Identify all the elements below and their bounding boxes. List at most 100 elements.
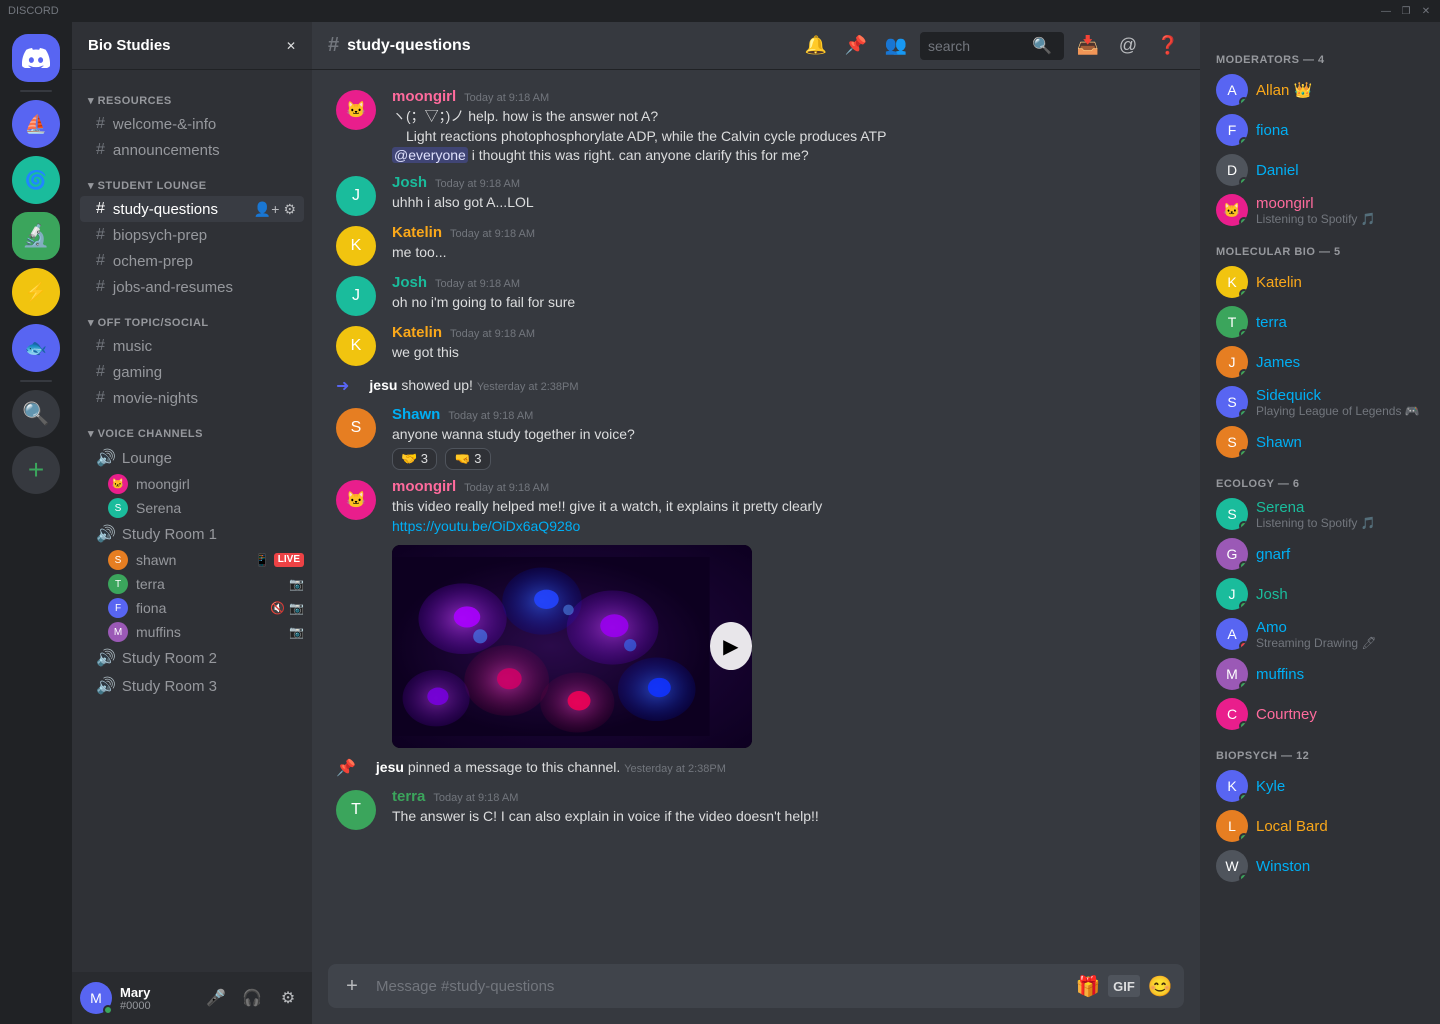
- channel-gaming[interactable]: # gaming: [80, 359, 304, 385]
- settings-button[interactable]: ⚙: [272, 982, 304, 1014]
- message-time: Today at 9:18 AM: [450, 328, 535, 340]
- member-courtney[interactable]: C Courtney: [1208, 694, 1432, 734]
- member-serena[interactable]: S Serena Listening to Spotify 🎵: [1208, 494, 1432, 534]
- channel-ochem[interactable]: # ochem-prep: [80, 248, 304, 274]
- member-fiona[interactable]: F fiona: [1208, 110, 1432, 150]
- voice-lounge[interactable]: 🔊 Lounge: [80, 444, 304, 472]
- voice-study-room-2[interactable]: 🔊 Study Room 2: [80, 644, 304, 672]
- channel-jobs[interactable]: # jobs-and-resumes: [80, 274, 304, 300]
- server-icon-search[interactable]: 🔍: [12, 390, 60, 438]
- member-name: terra: [1256, 314, 1424, 331]
- search-box[interactable]: 🔍: [920, 32, 1064, 60]
- server-icon-4[interactable]: ⚡: [12, 268, 60, 316]
- category-resources[interactable]: ▾ RESOURCES: [72, 78, 312, 111]
- member-name: Allan 👑: [1256, 81, 1424, 99]
- add-server-button[interactable]: +: [12, 446, 60, 494]
- restore-button[interactable]: ❐: [1400, 5, 1412, 17]
- channel-music[interactable]: # music: [80, 333, 304, 359]
- inbox-button[interactable]: 📥: [1072, 30, 1104, 62]
- gif-button[interactable]: GIF: [1108, 975, 1140, 997]
- member-daniel[interactable]: D Daniel: [1208, 150, 1432, 190]
- member-katelin[interactable]: K Katelin: [1208, 262, 1432, 302]
- server-icon-2[interactable]: 🌀: [12, 156, 60, 204]
- reaction-button[interactable]: 🤝 3: [392, 448, 437, 470]
- member-name: Daniel: [1256, 162, 1424, 179]
- message-content: Josh Today at 9:18 AM oh no i'm going to…: [392, 274, 1176, 316]
- user-info: Mary #0000: [120, 985, 192, 1012]
- member-josh[interactable]: J Josh: [1208, 574, 1432, 614]
- voice-member-muffins[interactable]: M muffins 📷: [72, 620, 312, 644]
- channel-welcome[interactable]: # welcome-&-info: [80, 111, 304, 137]
- app-title: DISCORD: [8, 5, 59, 17]
- channel-biopsych[interactable]: # biopsych-prep: [80, 222, 304, 248]
- voice-study-room-3[interactable]: 🔊 Study Room 3: [80, 672, 304, 700]
- member-allan[interactable]: A Allan 👑: [1208, 70, 1432, 110]
- message-author: Josh: [392, 274, 427, 291]
- message-text-input[interactable]: [376, 970, 1064, 1003]
- bell-button[interactable]: 🔔: [800, 30, 832, 62]
- user-tag: #0000: [120, 1000, 192, 1012]
- video-embed[interactable]: ▶: [392, 545, 752, 748]
- member-name: Serena: [136, 500, 304, 516]
- member-amo[interactable]: A Amo Streaming Drawing 🖊: [1208, 614, 1432, 654]
- server-icon-discord[interactable]: [12, 34, 60, 82]
- message-header: moongirl Today at 9:18 AM: [392, 478, 1176, 495]
- server-header[interactable]: Bio Studies ✕: [72, 22, 312, 70]
- voice-member-fiona[interactable]: F fiona 🔇 📷: [72, 596, 312, 620]
- mic-button[interactable]: 🎤: [200, 982, 232, 1014]
- channel-study-questions[interactable]: # study-questions 👤+ ⚙: [80, 196, 304, 222]
- member-shawn[interactable]: S Shawn: [1208, 422, 1432, 462]
- member-name: moongirl: [136, 476, 304, 492]
- gift-button[interactable]: 🎁: [1072, 970, 1104, 1002]
- add-attachment-button[interactable]: +: [336, 970, 368, 1002]
- reaction-button[interactable]: 🤜 3: [445, 448, 490, 470]
- video-link[interactable]: https://youtu.be/OiDx6aQ928o: [392, 518, 580, 534]
- pin-button[interactable]: 📌: [840, 30, 872, 62]
- message-author: moongirl: [392, 88, 456, 105]
- member-avatar: T: [108, 574, 128, 594]
- help-button[interactable]: ❓: [1152, 30, 1184, 62]
- member-sidequick[interactable]: S Sidequick Playing League of Legends 🎮: [1208, 382, 1432, 422]
- play-button[interactable]: ▶: [710, 622, 752, 670]
- member-muffins[interactable]: M muffins: [1208, 654, 1432, 694]
- member-name: Katelin: [1256, 274, 1424, 291]
- voice-member-terra[interactable]: T terra 📷: [72, 572, 312, 596]
- system-time: Yesterday at 2:38PM: [477, 381, 579, 393]
- gear-icon[interactable]: ⚙: [283, 201, 296, 218]
- member-terra[interactable]: T terra: [1208, 302, 1432, 342]
- emoji-button[interactable]: 😊: [1144, 970, 1176, 1002]
- voice-member-shawn[interactable]: S shawn 📱 LIVE: [72, 548, 312, 572]
- system-event: showed up!: [401, 377, 477, 393]
- headphone-button[interactable]: 🎧: [236, 982, 268, 1014]
- server-icon-1[interactable]: ⛵: [12, 100, 60, 148]
- member-moongirl[interactable]: 🐱 moongirl Listening to Spotify 🎵: [1208, 190, 1432, 230]
- voice-member-moongirl[interactable]: 🐱 moongirl: [72, 472, 312, 496]
- server-icon-bio[interactable]: 🔬: [12, 212, 60, 260]
- category-voice[interactable]: ▾ VOICE CHANNELS: [72, 411, 312, 444]
- server-icon-5[interactable]: 🐟: [12, 324, 60, 372]
- voice-member-serena[interactable]: S Serena: [72, 496, 312, 520]
- channel-movie-nights[interactable]: # movie-nights: [80, 385, 304, 411]
- minimize-button[interactable]: —: [1380, 5, 1392, 17]
- member-kyle[interactable]: K Kyle: [1208, 766, 1432, 806]
- search-input[interactable]: [928, 38, 1028, 54]
- user-status: [103, 1005, 113, 1015]
- channel-announcements[interactable]: # announcements: [80, 137, 304, 163]
- member-gnarf[interactable]: G gnarf: [1208, 534, 1432, 574]
- member-winston[interactable]: W Winston: [1208, 846, 1432, 886]
- mention-button[interactable]: @: [1112, 30, 1144, 62]
- category-student-lounge[interactable]: ▾ STUDENT LOUNGE: [72, 163, 312, 196]
- member-james[interactable]: J James: [1208, 342, 1432, 382]
- member-name: muffins: [136, 624, 281, 640]
- channel-name: ochem-prep: [113, 253, 193, 270]
- add-user-icon[interactable]: 👤+: [254, 201, 280, 218]
- voice-study-room-1[interactable]: 🔊 Study Room 1: [80, 520, 304, 548]
- members-button[interactable]: 👥: [880, 30, 912, 62]
- server-separator: [20, 90, 52, 92]
- message-row: K Katelin Today at 9:18 AM me too...: [328, 222, 1184, 268]
- category-offtopic[interactable]: ▾ OFF TOPIC/SOCIAL: [72, 300, 312, 333]
- message-time: Today at 9:18 AM: [450, 228, 535, 240]
- member-avatar: 🐱: [108, 474, 128, 494]
- member-local-bard[interactable]: L Local Bard: [1208, 806, 1432, 846]
- close-button[interactable]: ✕: [1420, 5, 1432, 17]
